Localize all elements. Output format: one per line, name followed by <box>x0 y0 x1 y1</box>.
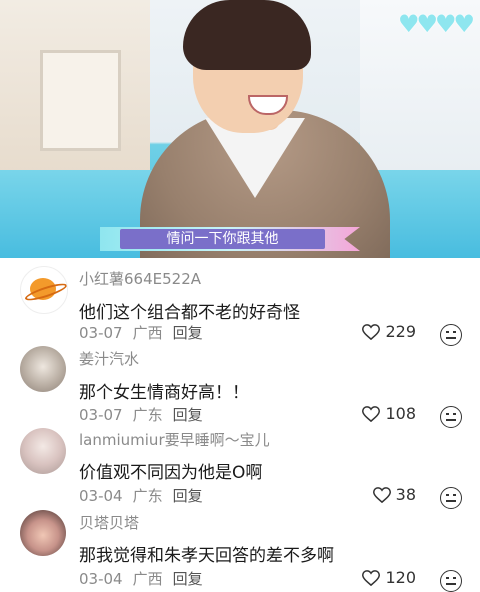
background-window <box>40 50 121 151</box>
comment-text: 那个女生情商好高！！ <box>79 383 249 403</box>
avatar[interactable] <box>20 428 66 474</box>
emoji-react-icon[interactable] <box>440 570 462 592</box>
video-frame[interactable]: ♥♥♥♥ 情问一下你跟其他 <box>0 0 480 258</box>
person-hair <box>183 0 311 70</box>
reply-button[interactable]: 回复 <box>173 570 203 588</box>
like-count: 120 <box>385 568 416 587</box>
comment-text: 那我觉得和朱孝天回答的差不多啊 <box>79 546 334 566</box>
comment-username[interactable]: lanmiumiur要早睡啊～宝儿 <box>79 429 270 450</box>
comment-item: 贝塔贝塔 那我觉得和朱孝天回答的差不多啊 03-04 广西 回复 120 <box>0 502 480 592</box>
avatar[interactable] <box>20 266 68 314</box>
comment-username[interactable]: 姜汁汽水 <box>79 348 139 369</box>
video-caption: 情问一下你跟其他 <box>120 229 325 249</box>
comment-location: 广西 <box>132 570 163 588</box>
comment-item: 姜汁汽水 那个女生情商好高！！ 03-07 广东 回复 108 <box>0 340 480 428</box>
comment-item: 小红薯664E522A 他们这个组合都不老的好奇怪 03-07 广西 回复 229 <box>0 258 480 346</box>
hearts-icon: ♥♥♥♥ <box>397 10 475 38</box>
comment-text: 他们这个组合都不老的好奇怪 <box>79 303 300 323</box>
comment-username[interactable]: 贝塔贝塔 <box>79 512 139 533</box>
like-button[interactable]: 229 <box>362 322 416 341</box>
heart-icon <box>362 323 381 340</box>
comment-item: lanmiumiur要早睡啊～宝儿 价值观不同因为他是O啊 03-04 广东 回复 … <box>0 420 480 509</box>
like-count: 229 <box>385 322 416 341</box>
comment-username[interactable]: 小红薯664E522A <box>79 268 201 289</box>
heart-icon <box>372 486 391 503</box>
avatar[interactable] <box>20 346 66 392</box>
heart-icon <box>362 569 381 586</box>
avatar[interactable] <box>20 510 66 556</box>
comment-text: 价值观不同因为他是O啊 <box>79 463 263 483</box>
like-button[interactable]: 120 <box>362 568 416 587</box>
comment-meta: 03-04 广西 回复 <box>79 568 213 589</box>
comment-date: 03-04 <box>79 570 123 588</box>
